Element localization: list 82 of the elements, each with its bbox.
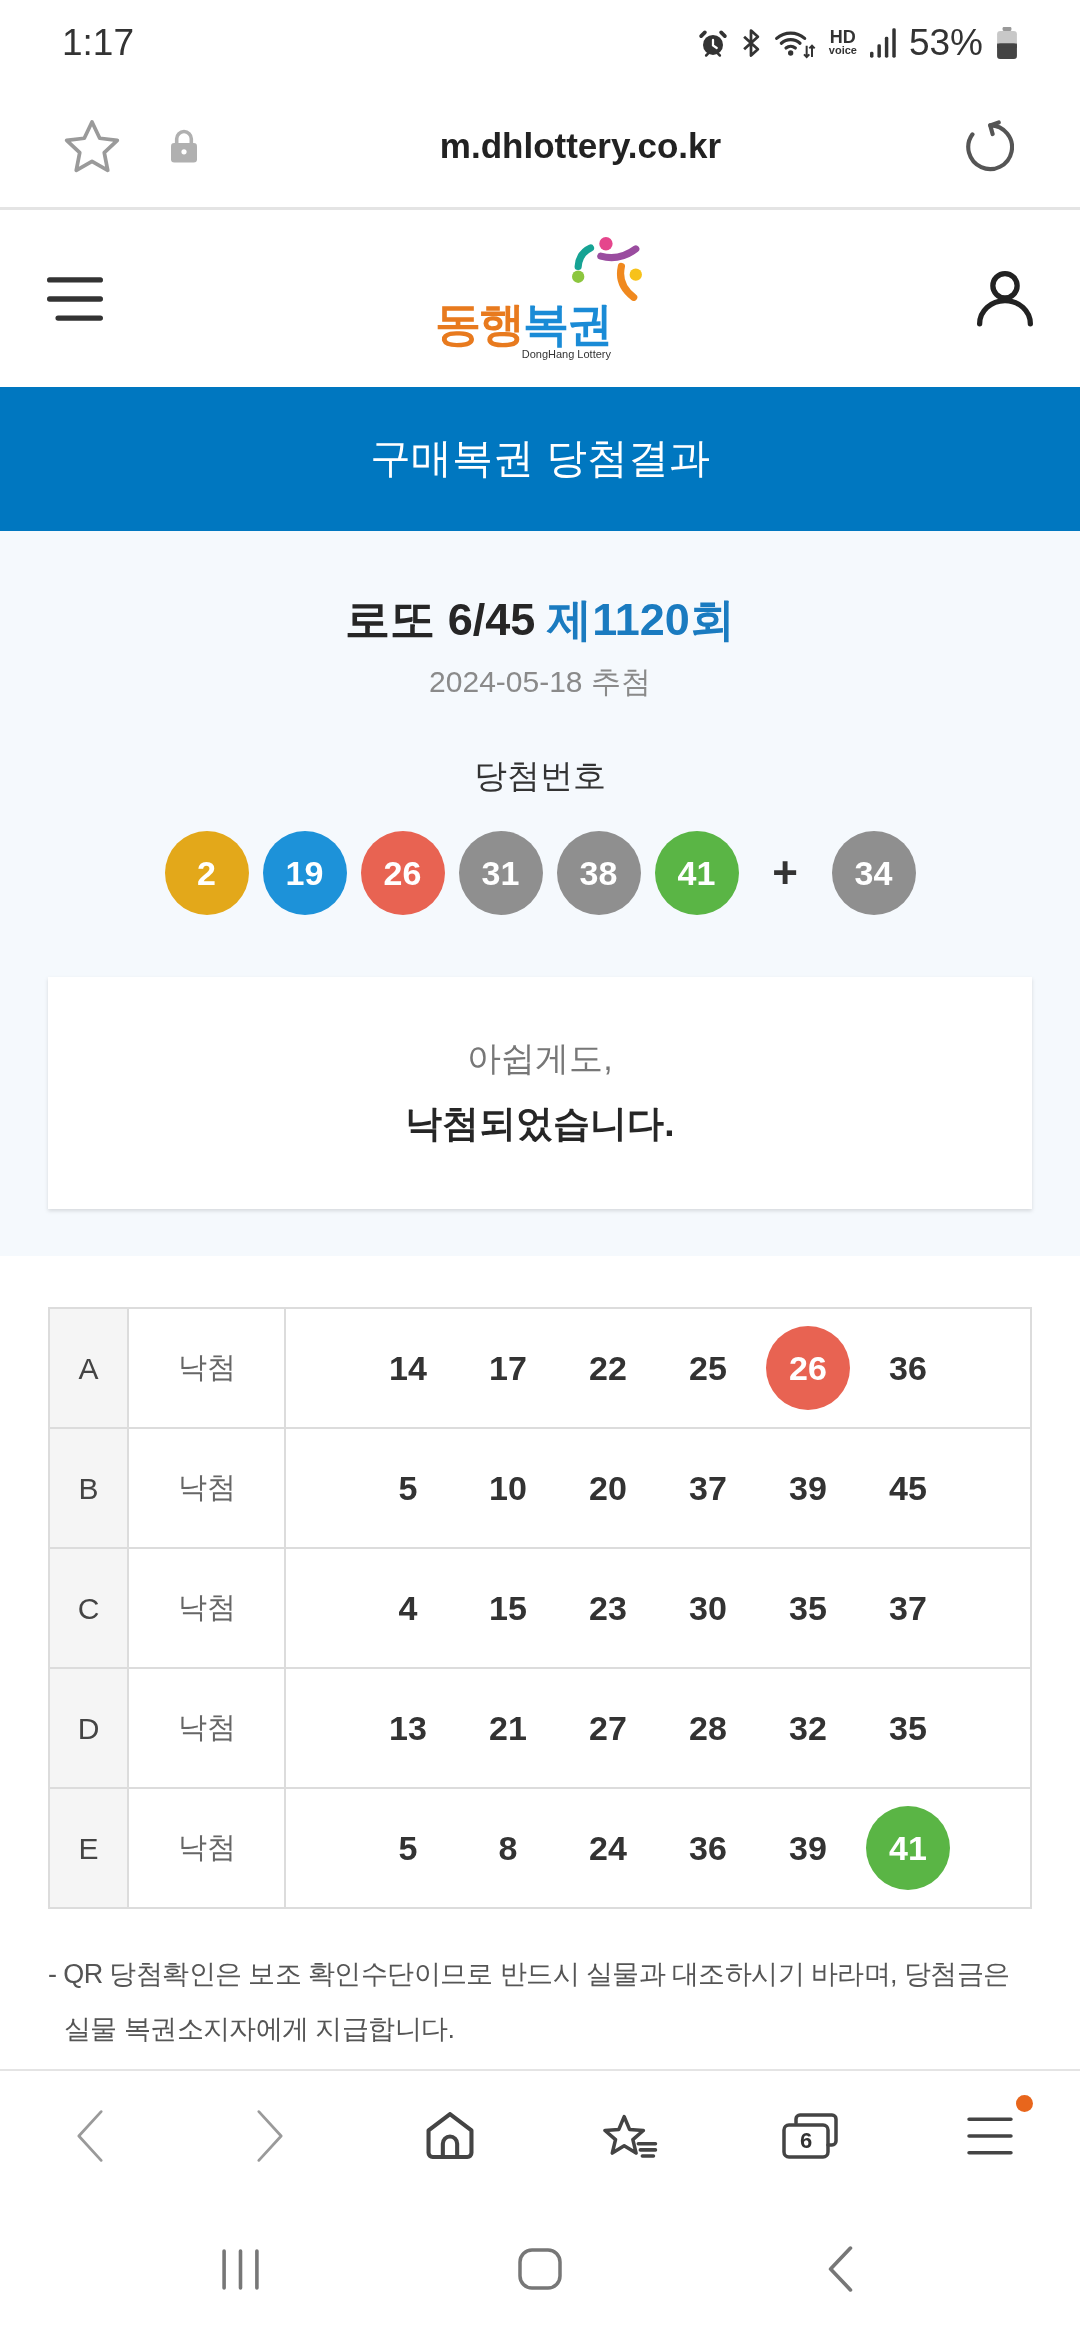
ticket-number: 27 [589, 1711, 627, 1745]
ticket-number: 13 [389, 1711, 427, 1745]
page-title: 구매복권 당첨결과 [370, 434, 710, 484]
battery-percent: 53% [908, 24, 983, 61]
number-ball: 31 [458, 831, 543, 915]
ticket-number: 25 [689, 1351, 727, 1385]
ticket-number: 39 [789, 1471, 827, 1505]
forward-icon[interactable] [256, 2109, 284, 2162]
ticket-number: 32 [789, 1711, 827, 1745]
ticket-number: 17 [489, 1351, 527, 1385]
draw-round: 제1120회 [547, 593, 735, 647]
back-icon[interactable] [827, 2246, 853, 2292]
ticket-number: 4 [398, 1591, 418, 1625]
line-label-cell: D [49, 1668, 128, 1788]
signal-icon [869, 27, 896, 58]
ticket-number: 5 [398, 1831, 418, 1865]
hd-label: HD [829, 29, 856, 45]
ticket-number: 21 [489, 1711, 527, 1745]
ticket-number: 23 [589, 1591, 627, 1625]
ticket-number: 30 [689, 1591, 727, 1625]
result-cell: 낙첨 [128, 1428, 285, 1548]
ticket-number: 28 [689, 1711, 727, 1745]
star-icon[interactable] [64, 119, 120, 173]
regret-message: 아쉽게도, [467, 1038, 613, 1079]
ticket-number: 22 [589, 1351, 627, 1385]
game-name: 로또 6/45 [345, 593, 536, 647]
result-cell: 낙첨 [128, 1548, 285, 1668]
menu-icon[interactable] [967, 2115, 1013, 2156]
ticket-number: 37 [689, 1471, 727, 1505]
tabs-button[interactable]: 6 [782, 2112, 838, 2159]
number-ball: 26 [360, 831, 445, 915]
clock-time: 1:17 [62, 24, 134, 61]
ticket-number: 36 [689, 1831, 727, 1865]
result-cell: 낙첨 [128, 1308, 285, 1428]
battery-icon [996, 26, 1018, 59]
menu-icon[interactable] [47, 276, 103, 321]
voice-label: voice [828, 45, 857, 56]
alarm-clock-icon [697, 27, 728, 58]
ticket-number: 5 [398, 1471, 418, 1505]
recent-apps-icon[interactable] [220, 2248, 260, 2290]
home-button-icon[interactable] [518, 2248, 562, 2290]
user-icon[interactable] [976, 270, 1034, 327]
result-message: 낙첨되었습니다. [405, 1102, 675, 1146]
home-icon[interactable] [426, 2112, 474, 2159]
line-label-cell: B [49, 1428, 128, 1548]
result-cell: 낙첨 [128, 1668, 285, 1788]
notice-text: - QR 당첨확인은 보조 확인수단이므로 반드시 실물과 대조하시기 바라며, 당첨금은 실물 복권소지자에게 지급합니다. [48, 1958, 1011, 2046]
lock-icon [171, 129, 197, 163]
matched-number-ball: 26 [766, 1326, 850, 1410]
star-list-icon[interactable] [602, 2112, 658, 2159]
ticket-number: 24 [589, 1831, 627, 1865]
line-label-cell: E [49, 1788, 128, 1908]
ticket-number: 37 [889, 1591, 927, 1625]
plus-sign: + [771, 851, 799, 895]
ticket-number: 35 [789, 1591, 827, 1625]
ticket-number: 15 [489, 1591, 527, 1625]
ticket-number: 35 [889, 1711, 927, 1745]
tabs-icon [782, 2112, 838, 2159]
number-ball: 19 [262, 831, 347, 915]
result-cell: 낙첨 [128, 1788, 285, 1908]
ticket-number: 45 [889, 1471, 927, 1505]
back-icon[interactable] [76, 2109, 104, 2162]
url-text[interactable]: m.dhlottery.co.kr [439, 125, 722, 167]
line-label-cell: A [49, 1308, 128, 1428]
reload-icon[interactable] [964, 120, 1014, 172]
logo-emblem-icon [572, 237, 644, 301]
number-ball: 2 [164, 831, 249, 915]
winning-numbers-label: 당첨번호 [474, 756, 606, 796]
logo-subtitle: DongHang Lottery [521, 349, 611, 360]
ticket-number: 10 [489, 1471, 527, 1505]
draw-date: 2024-05-18 추첨 [429, 664, 651, 700]
line-label-cell: C [49, 1548, 128, 1668]
ticket-number: 36 [889, 1351, 927, 1385]
ticket-number: 39 [789, 1831, 827, 1865]
matched-number-ball: 41 [866, 1806, 950, 1890]
ticket-number: 8 [498, 1831, 518, 1865]
bonus-ball: 34 [831, 831, 916, 915]
number-ball: 41 [654, 831, 739, 915]
number-ball: 38 [556, 831, 641, 915]
ticket-number: 20 [589, 1471, 627, 1505]
ticket-number: 14 [389, 1351, 427, 1385]
bluetooth-icon [740, 27, 761, 58]
